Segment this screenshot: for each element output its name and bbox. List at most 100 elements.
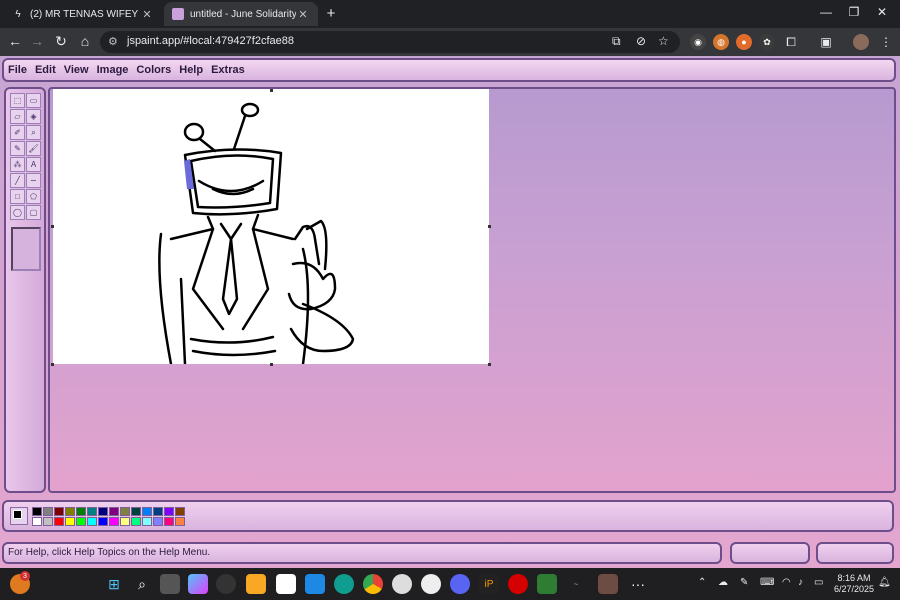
menu-view[interactable]: View <box>64 64 89 76</box>
tool-fill[interactable]: ◈ <box>26 109 41 124</box>
tool-line[interactable]: ╱ <box>10 173 25 188</box>
site-info-icon[interactable]: ⚙ <box>108 35 118 48</box>
battery-icon[interactable]: ▭ <box>814 577 823 588</box>
color-swatch[interactable] <box>142 517 152 526</box>
tool-options[interactable] <box>11 227 41 271</box>
tool-brush[interactable]: 🖌︎ <box>26 141 41 156</box>
extensions-puzzle-icon[interactable]: ⧠ <box>783 34 799 50</box>
color-swatch[interactable] <box>76 517 86 526</box>
minimize-icon[interactable]: — <box>817 5 835 19</box>
more-apps-icon[interactable]: ··· <box>628 574 648 594</box>
tool-select[interactable]: ▭ <box>26 93 41 108</box>
edge-icon[interactable] <box>334 574 354 594</box>
color-swatch[interactable] <box>131 507 141 516</box>
tool-free-form-select[interactable]: ⬚ <box>10 93 25 108</box>
color-swatch[interactable] <box>65 507 75 516</box>
copilot-icon[interactable] <box>188 574 208 594</box>
home-icon[interactable]: ⌂ <box>76 33 94 49</box>
tool-polygon[interactable]: ⬠ <box>26 189 41 204</box>
file-explorer-icon[interactable] <box>246 574 266 594</box>
app-icon[interactable]: ~ <box>566 574 586 594</box>
store-icon[interactable] <box>276 574 296 594</box>
close-tab-icon[interactable]: ✕ <box>296 8 310 21</box>
side-panel-icon[interactable]: ▣ <box>818 34 834 50</box>
tool-rectangle[interactable]: □ <box>10 189 25 204</box>
color-swatch[interactable] <box>120 507 130 516</box>
color-swatch[interactable] <box>43 517 53 526</box>
color-swatch[interactable] <box>87 507 97 516</box>
extension-icon[interactable]: ◉ <box>690 34 706 50</box>
color-swatch[interactable] <box>131 517 141 526</box>
color-swatch[interactable] <box>109 507 119 516</box>
menu-file[interactable]: File <box>8 64 27 76</box>
tool-eraser[interactable]: ▱ <box>10 109 25 124</box>
close-tab-icon[interactable]: ✕ <box>140 8 154 21</box>
notifications-icon[interactable]: 🔔︎ <box>878 577 891 588</box>
resize-handle[interactable] <box>270 363 273 366</box>
address-bar[interactable]: ⚙ jspaint.app/#local:479427f2cfae88 ⧉ ⊘ … <box>100 31 680 53</box>
color-swatch[interactable] <box>76 507 86 516</box>
tool-airbrush[interactable]: ⁂ <box>10 157 25 172</box>
color-swatch[interactable] <box>54 517 64 526</box>
color-swatch[interactable] <box>98 517 108 526</box>
restore-icon[interactable]: ❐ <box>845 5 863 19</box>
task-view-icon[interactable] <box>160 574 180 594</box>
onedrive-icon[interactable]: ☁ <box>718 577 728 588</box>
profile-avatar[interactable] <box>853 34 869 50</box>
resize-handle[interactable] <box>488 225 491 228</box>
extension-icon[interactable]: ◍ <box>713 34 729 50</box>
extension-icon[interactable]: ● <box>736 34 752 50</box>
new-tab-button[interactable]: + <box>322 5 340 22</box>
more-menu-icon[interactable]: ⋮ <box>878 34 894 50</box>
menu-extras[interactable]: Extras <box>211 64 245 76</box>
search-icon[interactable]: ⌕ <box>132 574 152 594</box>
resize-handle[interactable] <box>488 363 491 366</box>
wifi-icon[interactable]: ◠ <box>782 577 791 588</box>
install-app-icon[interactable]: ⧉ <box>612 34 621 49</box>
current-colors[interactable] <box>10 507 28 525</box>
color-swatch[interactable] <box>164 507 174 516</box>
color-swatch[interactable] <box>87 517 97 526</box>
menu-image[interactable]: Image <box>97 64 129 76</box>
hide-icon[interactable]: ⊘ <box>636 34 646 48</box>
color-swatch[interactable] <box>109 517 119 526</box>
tool-rounded-rectangle[interactable]: ▢ <box>26 205 41 220</box>
app-icon[interactable] <box>392 574 412 594</box>
opera-icon[interactable] <box>508 574 528 594</box>
notepad-icon[interactable] <box>305 574 325 594</box>
pen-icon[interactable]: ✎ <box>740 577 748 588</box>
menu-edit[interactable]: Edit <box>35 64 56 76</box>
forward-icon[interactable]: → <box>28 33 46 49</box>
volume-icon[interactable]: ♪ <box>798 577 803 588</box>
color-swatch[interactable] <box>153 517 163 526</box>
menu-colors[interactable]: Colors <box>136 64 171 76</box>
tab-mr-tennas[interactable]: ϟ (2) MR TENNAS WIFEY (ffatality ✕ <box>4 2 162 26</box>
color-swatch[interactable] <box>32 507 42 516</box>
discord-icon[interactable] <box>450 574 470 594</box>
bookmark-star-icon[interactable]: ☆ <box>658 34 669 48</box>
tool-pick-color[interactable]: ✐ <box>10 125 25 140</box>
start-icon[interactable]: ⊞ <box>104 574 124 594</box>
color-swatch[interactable] <box>142 507 152 516</box>
menu-help[interactable]: Help <box>179 64 203 76</box>
reload-icon[interactable]: ↻ <box>52 33 70 50</box>
app-icon[interactable] <box>537 574 557 594</box>
resize-handle[interactable] <box>270 89 273 92</box>
close-window-icon[interactable]: ✕ <box>873 5 891 19</box>
color-swatch[interactable] <box>175 517 185 526</box>
clock[interactable]: 8:16 AM 6/27/2025 <box>834 573 874 595</box>
tool-ellipse[interactable]: ◯ <box>10 205 25 220</box>
drawing-canvas[interactable] <box>53 89 489 366</box>
app-icon[interactable] <box>421 574 441 594</box>
color-swatch[interactable] <box>164 517 174 526</box>
color-swatch[interactable] <box>120 517 130 526</box>
resize-handle[interactable] <box>51 363 54 366</box>
color-swatch[interactable] <box>175 507 185 516</box>
jspaint-taskbar-icon[interactable] <box>598 574 618 594</box>
tab-jspaint[interactable]: untitled - June Solidarity Paint ✕ <box>164 2 318 26</box>
color-swatch[interactable] <box>43 507 53 516</box>
tool-text[interactable]: A <box>26 157 41 172</box>
chrome-icon[interactable] <box>363 574 383 594</box>
resize-handle[interactable] <box>51 225 54 228</box>
back-icon[interactable]: ← <box>6 33 24 49</box>
